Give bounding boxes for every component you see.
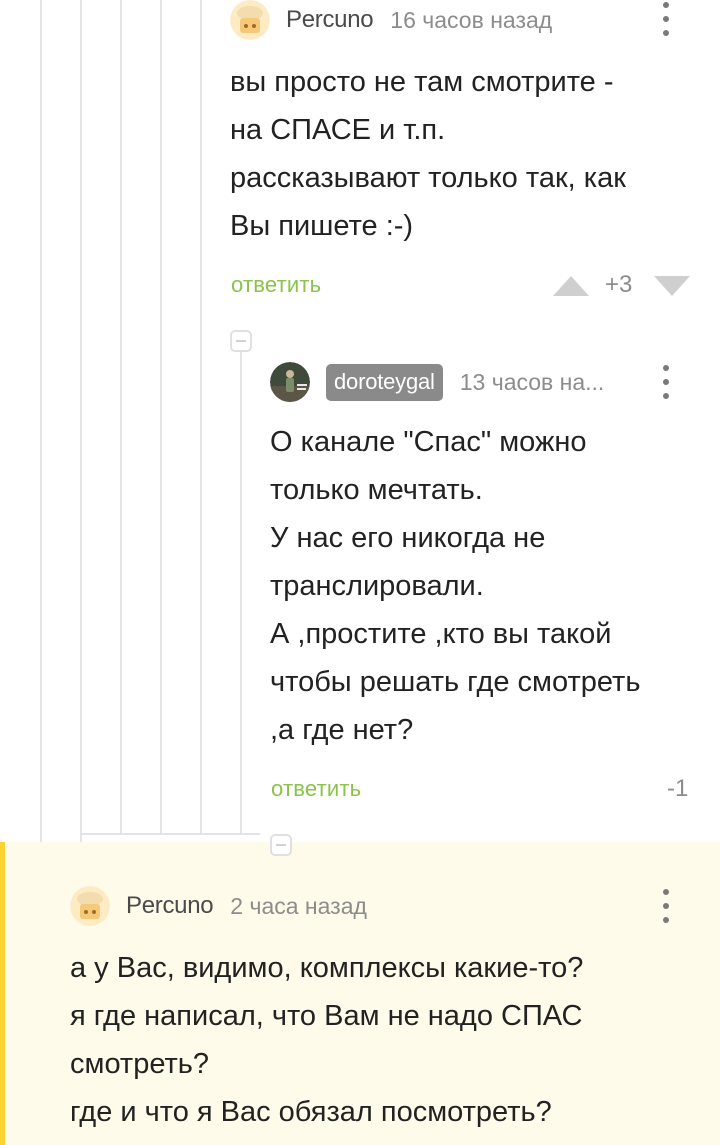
comment-time[interactable]: 13 часов на... bbox=[460, 369, 605, 396]
thread-line bbox=[160, 0, 162, 834]
collapse-minus-icon[interactable] bbox=[270, 834, 292, 856]
new-comment-marker bbox=[0, 842, 5, 1145]
comment-line: я где написал, что Вам не надо СПАС bbox=[70, 1000, 583, 1032]
upvote-icon[interactable] bbox=[553, 276, 589, 296]
comment-line: У нас его никогда не bbox=[270, 522, 546, 554]
chef-hat-avatar-icon[interactable] bbox=[230, 0, 270, 40]
comment-line: смотреть? bbox=[70, 1048, 210, 1080]
comment-rating: -1 bbox=[667, 775, 689, 802]
comment-header: Percuno 16 часов назад bbox=[230, 0, 552, 40]
comment-body: вы просто не там смотрите - на СПАСЕ и т… bbox=[230, 58, 626, 250]
comment-line: чтобы решать где смотреть bbox=[270, 666, 641, 698]
downvote-icon[interactable] bbox=[654, 276, 690, 296]
comment-rating: +3 bbox=[605, 271, 633, 298]
collapse-minus-icon[interactable] bbox=[230, 330, 252, 352]
thread-line bbox=[80, 0, 82, 862]
thread-line bbox=[120, 0, 122, 834]
comment-line: ,а где нет? bbox=[270, 714, 414, 746]
comment-line: на СПАСЕ и т.п. bbox=[230, 114, 446, 146]
chef-hat-avatar-icon[interactable] bbox=[70, 886, 110, 926]
comment-line: только мечтать. bbox=[270, 474, 483, 506]
comment-line: транслировали. bbox=[270, 570, 484, 602]
comment-line: Вы пишете :-) bbox=[230, 210, 414, 242]
comment-author[interactable]: Percuno bbox=[126, 892, 214, 920]
comment-line: а у Вас, видимо, комплексы какие-то? bbox=[70, 952, 584, 984]
photo-avatar-icon[interactable] bbox=[270, 362, 310, 402]
more-vertical-icon[interactable] bbox=[662, 889, 670, 925]
comment-time[interactable]: 2 часа назад bbox=[230, 893, 367, 920]
comment-header: Percuno 2 часа назад bbox=[70, 886, 367, 926]
comment-body: О канале "Спас" можно только мечтать. У … bbox=[270, 418, 640, 754]
comment-line: А ,простите ,кто вы такой bbox=[270, 618, 612, 650]
comment-line: вы просто не там смотрите - bbox=[230, 66, 614, 98]
comment-line: где и что я Вас обязал посмотреть? bbox=[70, 1096, 552, 1128]
comment-time[interactable]: 16 часов назад bbox=[390, 7, 552, 34]
comment-author[interactable]: Percuno bbox=[286, 6, 374, 34]
thread-line bbox=[240, 352, 242, 834]
comment-body: а у Вас, видимо, комплексы какие-то? я г… bbox=[70, 944, 583, 1136]
reply-link[interactable]: ответить bbox=[271, 776, 361, 802]
more-vertical-icon[interactable] bbox=[662, 365, 670, 401]
comment-author[interactable]: doroteygal bbox=[326, 363, 443, 401]
thread-line bbox=[200, 0, 202, 834]
comment-line: рассказывают только так, как bbox=[230, 162, 626, 194]
thread-connector bbox=[80, 833, 260, 835]
thread-line bbox=[40, 0, 42, 842]
comment-header: doroteygal 13 часов на... bbox=[270, 362, 660, 402]
more-vertical-icon[interactable] bbox=[662, 2, 670, 38]
reply-link[interactable]: ответить bbox=[231, 272, 321, 298]
comment-line: О канале "Спас" можно bbox=[270, 426, 587, 458]
